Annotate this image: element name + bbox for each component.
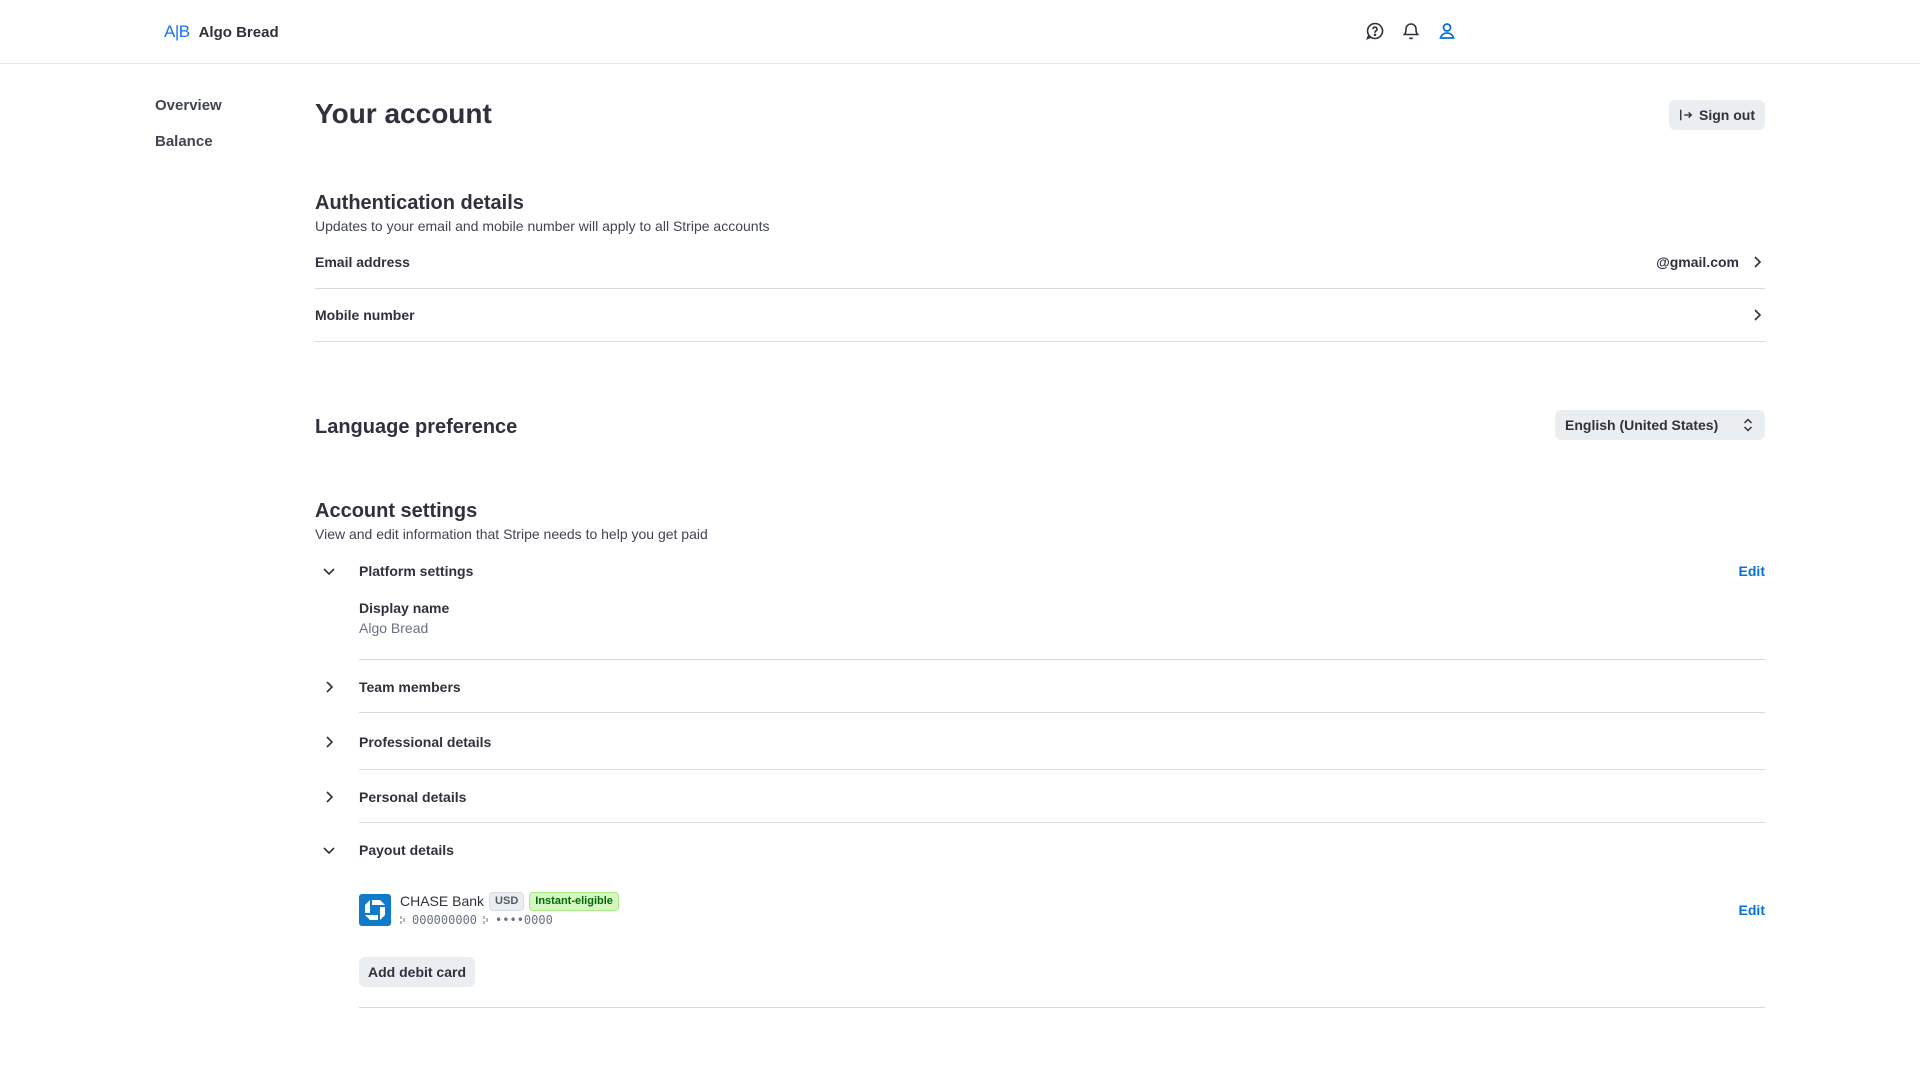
platform-settings-label[interactable]: Platform settings [359, 563, 473, 579]
chevron-right-icon [1754, 256, 1762, 268]
bank-info: CHASE Bank USD Instant-eligible 00000000… [400, 891, 619, 929]
account-number-icon [483, 916, 488, 924]
account-settings-subtitle: View and edit information that Stripe ne… [315, 526, 708, 542]
routing-icon [400, 916, 405, 924]
team-members-row[interactable]: Team members [315, 660, 1765, 713]
platform-settings-body: Display name Algo Bread [359, 586, 1765, 660]
language-title: Language preference [315, 416, 518, 438]
brand-name: Algo Bread [198, 23, 279, 41]
auth-subtitle: Updates to your email and mobile number … [315, 218, 770, 234]
mobile-label: Mobile number [315, 307, 415, 323]
chevron-down-icon[interactable] [315, 557, 343, 585]
email-label: Email address [315, 254, 410, 270]
main-content: Your account Sign out Authentication det… [315, 96, 1765, 1008]
bank-line-2: 000000000 ••••0000 [400, 911, 619, 929]
professional-details-label[interactable]: Professional details [359, 734, 491, 750]
language-section: Language preference English (United Stat… [315, 410, 1765, 442]
payout-details-body: CHASE Bank USD Instant-eligible 00000000… [359, 876, 1765, 1008]
page-title: Your account [315, 98, 492, 129]
personal-details-row[interactable]: Personal details [315, 770, 1765, 823]
chevron-right-icon [1754, 309, 1762, 321]
instant-eligible-badge: Instant-eligible [529, 891, 619, 911]
email-value-group: @gmail.com [1656, 254, 1765, 270]
auth-title: Authentication details [315, 192, 524, 214]
authentication-section: Authentication details Updates to your e… [315, 190, 1765, 342]
chevron-right-icon[interactable] [315, 783, 343, 811]
platform-settings-header: Platform settings Edit [315, 556, 1765, 586]
sign-out-label: Sign out [1699, 107, 1755, 123]
sort-updown-icon [1743, 418, 1753, 432]
chevron-right-icon[interactable] [315, 673, 343, 701]
email-row[interactable]: Email address @gmail.com [315, 236, 1765, 289]
account-settings-title: Account settings [315, 500, 478, 522]
user-icon[interactable] [1436, 19, 1458, 43]
top-icons [1364, 19, 1458, 43]
display-name-value: Algo Bread [359, 620, 429, 636]
brand-logo: A|B [164, 22, 190, 41]
bank-name: CHASE Bank [400, 893, 485, 909]
chase-bank-logo [359, 894, 391, 926]
language-select[interactable]: English (United States) [1555, 410, 1765, 440]
brand[interactable]: A|B Algo Bread [164, 20, 279, 44]
sign-out-icon [1680, 109, 1693, 121]
mobile-row[interactable]: Mobile number [315, 289, 1765, 342]
mobile-value-group [1749, 307, 1765, 323]
professional-details-row[interactable]: Professional details [315, 713, 1765, 770]
bell-icon[interactable] [1400, 19, 1422, 43]
sidebar-item-overview[interactable]: Overview [155, 96, 295, 132]
account-settings-section: Account settings View and edit informati… [315, 498, 1765, 1008]
sidebar: Overview Balance [155, 96, 295, 168]
routing-number: 000000000 [412, 913, 478, 927]
display-name-label: Display name [359, 600, 450, 616]
payout-edit-link[interactable]: Edit [1739, 902, 1765, 918]
payout-details-label[interactable]: Payout details [359, 842, 454, 858]
sidebar-item-balance[interactable]: Balance [155, 132, 295, 168]
add-debit-card-button[interactable]: Add debit card [359, 957, 476, 987]
help-icon[interactable] [1364, 19, 1386, 43]
bank-line-1: CHASE Bank USD Instant-eligible [400, 891, 619, 911]
language-selected: English (United States) [1565, 417, 1719, 433]
team-members-label[interactable]: Team members [359, 679, 461, 695]
top-bar: A|B Algo Bread [0, 0, 1920, 64]
payout-details-header: Payout details [315, 823, 1765, 876]
personal-details-label[interactable]: Personal details [359, 789, 466, 805]
bank-account-row: CHASE Bank USD Instant-eligible 00000000… [359, 890, 1765, 930]
account-number: ••••0000 [495, 913, 553, 927]
currency-badge: USD [489, 891, 525, 911]
chevron-right-icon[interactable] [315, 728, 343, 756]
chevron-down-icon[interactable] [315, 836, 343, 864]
sign-out-button[interactable]: Sign out [1669, 100, 1765, 130]
email-value: @gmail.com [1656, 254, 1739, 270]
platform-edit-link[interactable]: Edit [1739, 563, 1765, 579]
